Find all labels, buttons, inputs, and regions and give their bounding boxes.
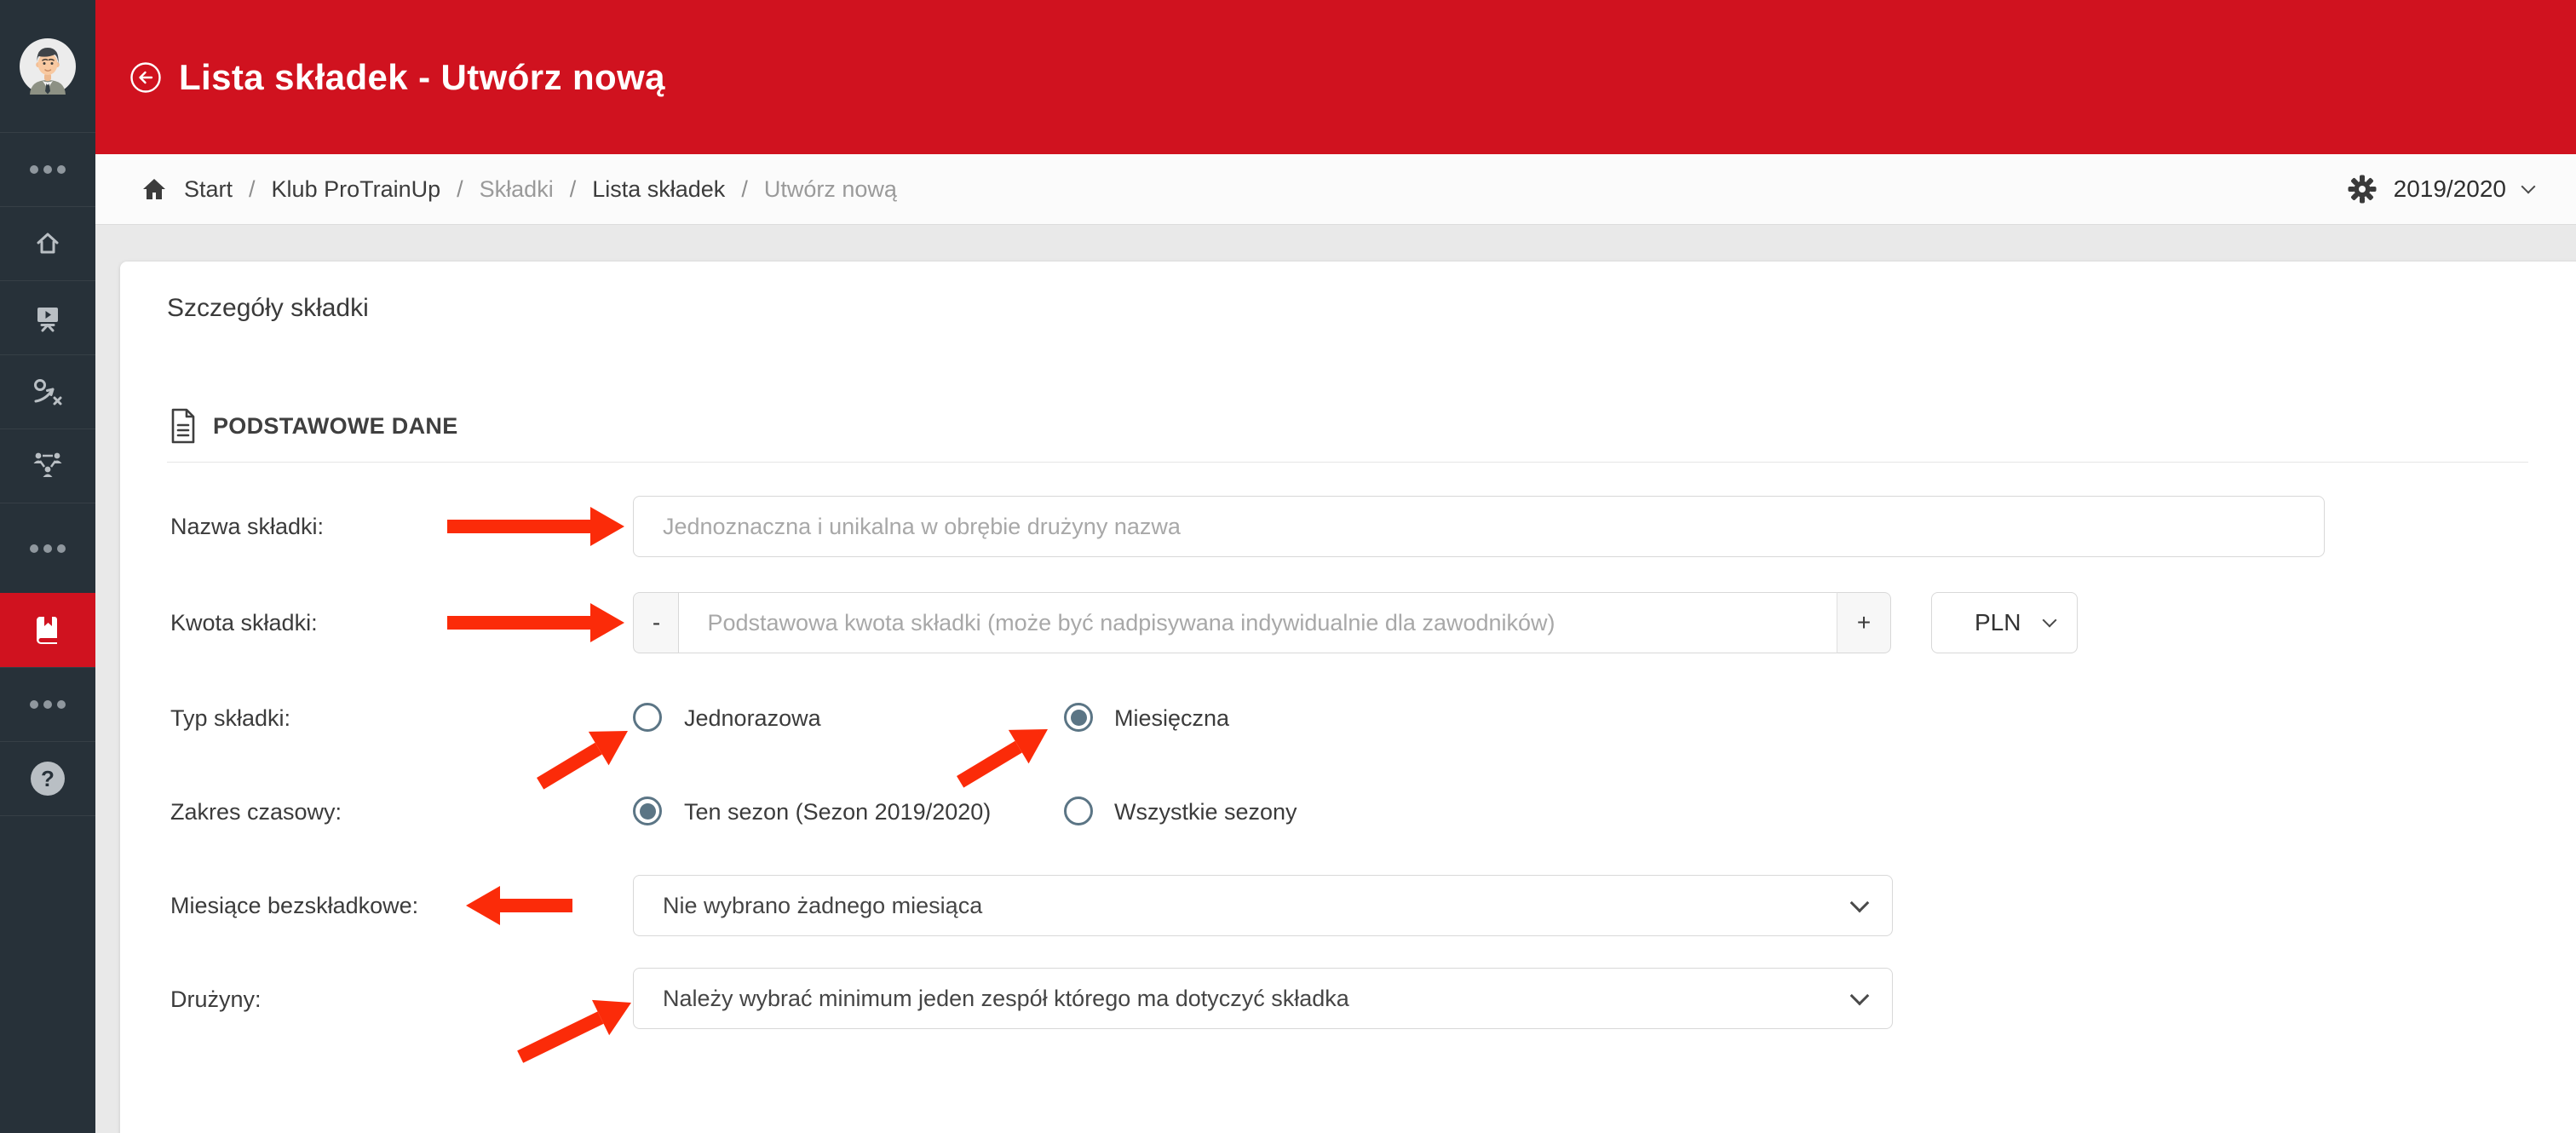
user-avatar[interactable] [0, 0, 95, 132]
ellipsis-icon [30, 543, 66, 553]
radio-ten-sezon[interactable] [633, 797, 662, 825]
sidebar-item-trainings[interactable] [0, 280, 95, 354]
nazwa-input[interactable] [633, 496, 2325, 557]
radio-ten-sezon-label: Ten sezon (Sezon 2019/2020) [684, 799, 992, 825]
avatar-image [20, 37, 76, 95]
ellipsis-icon [30, 165, 66, 174]
breadcrumb-bar: Start / Klub ProTrainUp / Składki / List… [95, 154, 2576, 225]
chevron-down-icon [1849, 986, 1870, 1006]
zakres-label: Zakres czasowy: [170, 799, 342, 825]
season-value: 2019/2020 [2393, 175, 2506, 202]
miesiace-label: Miesiące bezskładkowe: [170, 893, 419, 918]
sidebar-item-home[interactable] [0, 206, 95, 280]
kwota-increment-button[interactable]: + [1837, 592, 1891, 653]
sidebar-item-team[interactable] [0, 428, 95, 503]
breadcrumb-separator: / [569, 175, 577, 202]
breadcrumb-separator: / [457, 175, 463, 202]
sidebar-item-help[interactable]: ? [0, 741, 95, 815]
gear-icon [2348, 175, 2377, 204]
kwota-decrement-button[interactable]: - [633, 592, 679, 653]
card-title: Szczegóły składki [167, 294, 369, 322]
team-network-icon [33, 452, 62, 477]
breadcrumb: Start / Klub ProTrainUp / Składki / List… [184, 176, 897, 203]
druzyny-select-value: Należy wybrać minimum jeden zespół które… [663, 985, 1349, 1011]
radio-miesieczna[interactable] [1064, 703, 1093, 732]
sidebar-item-fees-active[interactable] [0, 593, 95, 667]
currency-value: PLN [1975, 609, 2021, 636]
breadcrumb-item-start[interactable]: Start [184, 176, 233, 203]
radio-wszystkie-sezony-label: Wszystkie sezony [1114, 799, 1297, 825]
breadcrumb-item-lista-skladek[interactable]: Lista składek [592, 176, 725, 203]
sidebar-item-tactics[interactable] [0, 354, 95, 428]
sidebar-filler [0, 815, 95, 1133]
chevron-down-icon [1849, 893, 1870, 913]
currency-select[interactable]: PLN [1931, 592, 2078, 653]
nazwa-label: Nazwa składki: [170, 514, 325, 539]
breadcrumb-separator: / [741, 175, 748, 202]
druzyny-label: Drużyny: [170, 986, 262, 1012]
breadcrumb-item-utworz-nowa: Utwórz nową [763, 175, 897, 202]
section-header: PODSTAWOWE DANE [167, 407, 458, 445]
breadcrumb-item-klub[interactable]: Klub ProTrainUp [272, 176, 441, 203]
sidebar: ? [0, 0, 95, 1133]
kwota-input[interactable] [677, 592, 1838, 653]
druzyny-select[interactable]: Należy wybrać minimum jeden zespół które… [633, 968, 1893, 1029]
annotation-arrow-nazwa [447, 507, 624, 546]
presentation-video-icon [37, 308, 58, 332]
page-title: Lista składek - Utwórz nową [179, 56, 665, 97]
document-icon [171, 408, 195, 444]
annotation-arrow-miesiace [466, 886, 572, 925]
kwota-label: Kwota składki: [170, 610, 318, 636]
radio-jednorazowa-label: Jednorazowa [684, 705, 821, 731]
section-divider [167, 462, 2528, 463]
back-arrow-icon [130, 61, 161, 93]
breadcrumb-item-skladki: Składki [479, 175, 554, 202]
home-icon [37, 233, 59, 254]
chevron-down-icon [2521, 179, 2536, 194]
sidebar-menu-dots-top[interactable] [0, 132, 95, 206]
typ-label: Typ składki: [170, 705, 291, 731]
book-icon [36, 616, 57, 644]
sidebar-menu-dots-middle[interactable] [0, 503, 95, 593]
season-selector[interactable]: 2019/2020 [2348, 175, 2536, 204]
miesiace-select-value: Nie wybrano żadnego miesiąca [663, 892, 983, 918]
back-button[interactable] [129, 61, 162, 94]
section-title: PODSTAWOWE DANE [213, 412, 458, 439]
annotation-arrow-kwota [447, 603, 624, 642]
miesiace-select[interactable]: Nie wybrano żadnego miesiąca [633, 875, 1893, 936]
page-header: Lista składek - Utwórz nową [95, 0, 2576, 154]
chevron-down-icon [2042, 613, 2057, 628]
sidebar-menu-dots-bottom[interactable] [0, 667, 95, 741]
ellipsis-icon [30, 700, 66, 709]
radio-jednorazowa[interactable] [633, 703, 662, 732]
help-icon: ? [31, 762, 65, 796]
breadcrumb-home-icon[interactable] [141, 177, 167, 201]
breadcrumb-separator: / [249, 175, 256, 202]
radio-miesieczna-label: Miesięczna [1114, 705, 1230, 731]
tactics-icon [34, 379, 62, 405]
radio-wszystkie-sezony[interactable] [1064, 797, 1093, 825]
